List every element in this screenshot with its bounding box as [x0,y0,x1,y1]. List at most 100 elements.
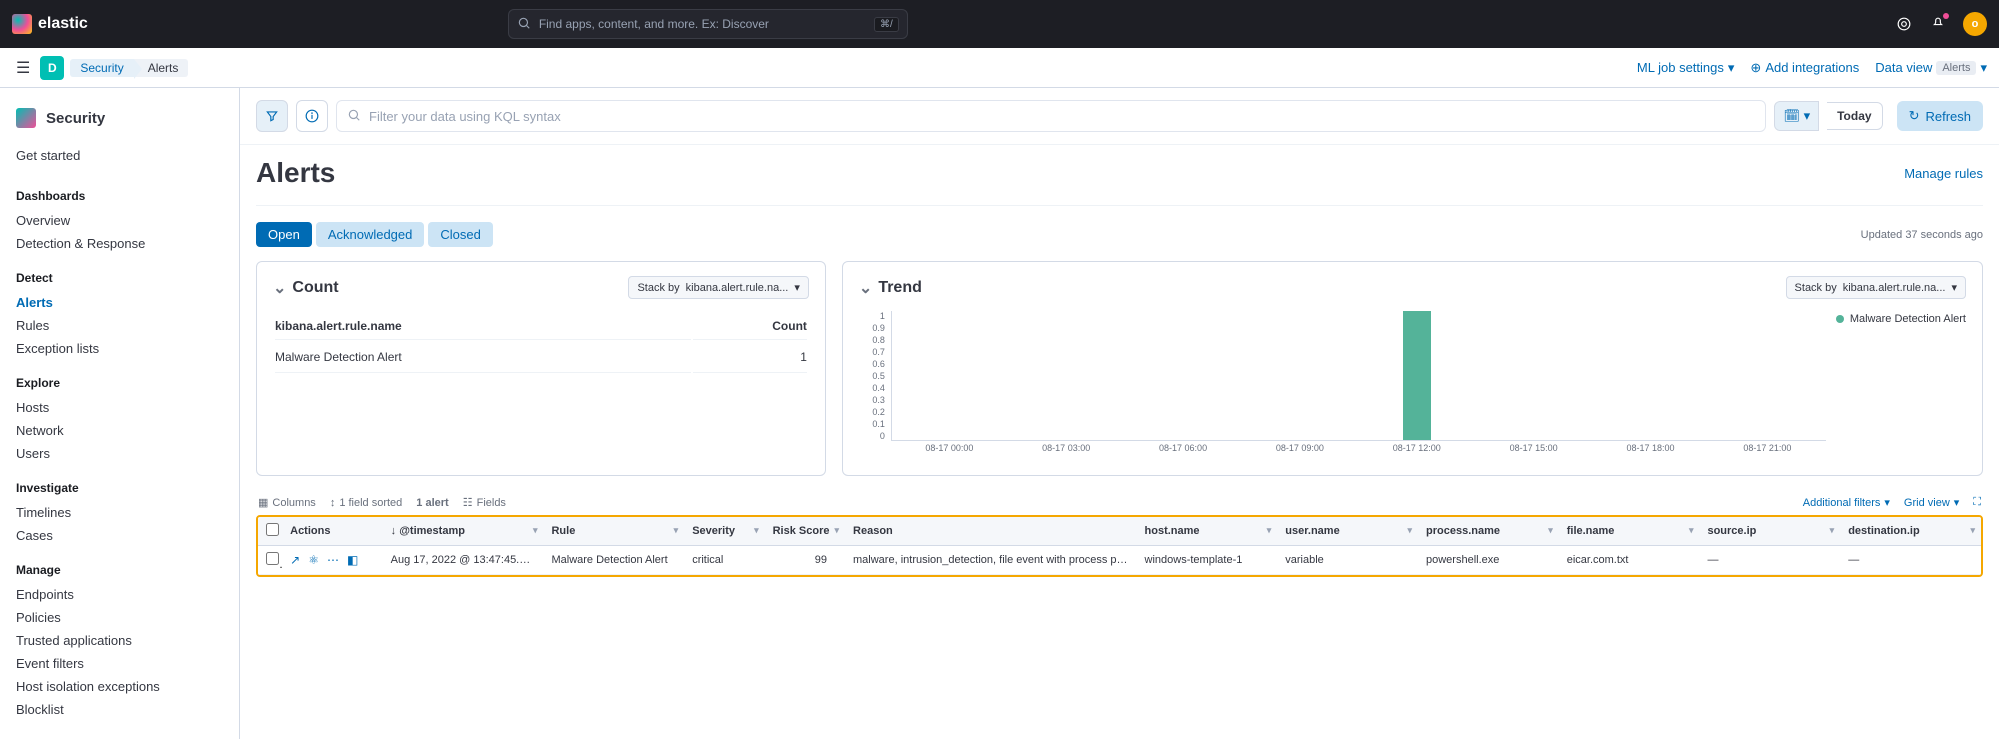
main-content: Filter your data using KQL syntax 🗓 ▾ To… [240,88,1999,739]
sidebar: Security Get started DashboardsOverviewD… [0,88,240,739]
fullscreen-button[interactable]: ⛶ [1973,496,1981,509]
brand-logo[interactable]: elastic [12,14,88,34]
alerts-grid: Actions ↓ @timestamp▾ Rule▾ Severity▾ Ri… [256,515,1983,577]
sort-icon: ↕ [330,497,336,509]
count-table: kibana.alert.rule.name Count Malware Det… [273,311,809,375]
filter-menu-button[interactable] [256,100,288,132]
fields-icon: ☷ [463,496,473,509]
sidebar-item-hosts[interactable]: Hosts [0,396,239,419]
chart-bar[interactable] [1403,311,1431,440]
global-header: elastic Find apps, content, and more. Ex… [0,0,1999,48]
col-severity[interactable]: Severity▾ [684,517,764,546]
col-rule-name[interactable]: kibana.alert.rule.name [275,313,691,340]
manage-rules-link[interactable]: Manage rules [1904,166,1983,181]
breadcrumb-security[interactable]: Security [70,59,133,77]
sidebar-item-rules[interactable]: Rules [0,314,239,337]
chevron-down-icon: ▾ [1980,60,1987,76]
sidebar-item-policies[interactable]: Policies [0,606,239,629]
x-tick: 08-17 21:00 [1743,443,1791,461]
kql-filter-input[interactable]: Filter your data using KQL syntax [336,100,1766,132]
col-risk-score[interactable]: Risk Score▾ [765,517,845,546]
col-count[interactable]: Count [693,313,807,340]
help-icon[interactable] [1895,15,1913,33]
legend-item[interactable]: Malware Detection Alert [1836,313,1966,325]
cell-severity: critical [684,546,764,575]
space-selector[interactable]: D [40,56,64,80]
breadcrumb-alerts[interactable]: Alerts [134,59,189,77]
cell-rule: Malware Detection Alert [543,546,684,575]
session-icon[interactable]: ◧ [347,553,358,567]
sidebar-item-exception-lists[interactable]: Exception lists [0,337,239,360]
grid-view-button[interactable]: Grid view ▾ [1904,496,1959,509]
chevron-down-icon[interactable]: ⌄ [859,278,872,298]
col-timestamp[interactable]: ↓ @timestamp▾ [383,517,544,546]
y-tick: 0.8 [859,335,885,345]
date-picker-button[interactable]: 🗓 ▾ [1774,101,1819,131]
sidebar-item-event-filters[interactable]: Event filters [0,652,239,675]
additional-filters-button[interactable]: Additional filters ▾ [1803,496,1890,509]
y-tick: 0.2 [859,407,885,417]
trend-chart: 10.90.80.70.60.50.40.30.20.10 08-17 00:0… [859,311,1826,461]
sidebar-item-alerts[interactable]: Alerts [0,291,239,314]
row-checkbox[interactable] [258,546,282,575]
expand-icon[interactable]: ↗ [290,553,300,567]
user-avatar[interactable]: o [1963,12,1987,36]
x-tick: 08-17 06:00 [1159,443,1207,461]
chevron-down-icon: ▾ [1884,496,1890,509]
tab-acknowledged[interactable]: Acknowledged [316,222,425,247]
sidebar-item-cases[interactable]: Cases [0,524,239,547]
more-actions-icon[interactable]: ⋯ [327,553,339,567]
y-tick: 0.9 [859,323,885,333]
ml-job-settings-link[interactable]: ML job settings ▾ [1637,60,1734,76]
chevron-down-icon: ▾ [1951,281,1957,294]
x-tick: 08-17 00:00 [925,443,973,461]
x-tick: 08-17 15:00 [1510,443,1558,461]
sidebar-item-endpoints[interactable]: Endpoints [0,583,239,606]
global-search-input[interactable]: Find apps, content, and more. Ex: Discov… [508,9,908,39]
sidebar-item-timelines[interactable]: Timelines [0,501,239,524]
sidebar-item-host-isolation-exceptions[interactable]: Host isolation exceptions [0,675,239,698]
col-host-name[interactable]: host.name▾ [1137,517,1278,546]
sidebar-item-network[interactable]: Network [0,419,239,442]
sidebar-item-get-started[interactable]: Get started [0,144,239,167]
info-button[interactable] [296,100,328,132]
newsfeed-icon[interactable] [1929,15,1947,33]
breadcrumb: Security Alerts [70,59,188,77]
col-destination-ip[interactable]: destination.ip▾ [1840,517,1981,546]
add-integrations-link[interactable]: ⊕ Add integrations [1750,60,1859,76]
refresh-button[interactable]: ↻ Refresh [1897,101,1983,131]
nav-toggle-icon[interactable]: ☰ [12,54,34,82]
col-actions[interactable]: Actions [282,517,383,546]
header-right: o [1895,12,1987,36]
sidebar-item-detection-response[interactable]: Detection & Response [0,232,239,255]
col-reason[interactable]: Reason [845,517,1137,546]
chevron-down-icon: ▾ [1728,60,1735,76]
sidebar-item-overview[interactable]: Overview [0,209,239,232]
notification-dot [1943,13,1949,19]
cell-reason: malware, intrusion_detection, file event… [845,546,1137,575]
sidebar-item-users[interactable]: Users [0,442,239,465]
data-view-link[interactable]: Data view Alerts ▾ [1875,60,1987,76]
sidebar-item-trusted-applications[interactable]: Trusted applications [0,629,239,652]
col-rule[interactable]: Rule▾ [543,517,684,546]
col-file-name[interactable]: file.name▾ [1559,517,1700,546]
sidebar-heading: Manage [0,557,239,583]
sort-button[interactable]: ↕ 1 field sorted [330,497,402,509]
col-user-name[interactable]: user.name▾ [1277,517,1418,546]
col-source-ip[interactable]: source.ip▾ [1699,517,1840,546]
security-app-icon [16,108,36,128]
tab-open[interactable]: Open [256,222,312,247]
count-row[interactable]: Malware Detection Alert 1 [275,342,807,373]
search-shortcut: ⌘/ [874,17,899,32]
fields-button[interactable]: ☷ Fields [463,496,506,509]
count-stack-by-select[interactable]: Stack by kibana.alert.rule.na... ▾ [628,276,808,299]
tab-closed[interactable]: Closed [428,222,492,247]
select-all-checkbox[interactable] [258,517,282,546]
trend-stack-by-select[interactable]: Stack by kibana.alert.rule.na... ▾ [1786,276,1966,299]
columns-button[interactable]: ▦ Columns [258,496,316,509]
table-row[interactable]: ↗ ⚛ ⋯ ◧ Aug 17, 2022 @ 13:47:45.442 Malw… [258,546,1981,575]
chevron-down-icon[interactable]: ⌄ [273,278,286,298]
analyze-icon[interactable]: ⚛ [308,553,319,567]
sidebar-item-blocklist[interactable]: Blocklist [0,698,239,721]
col-process-name[interactable]: process.name▾ [1418,517,1559,546]
